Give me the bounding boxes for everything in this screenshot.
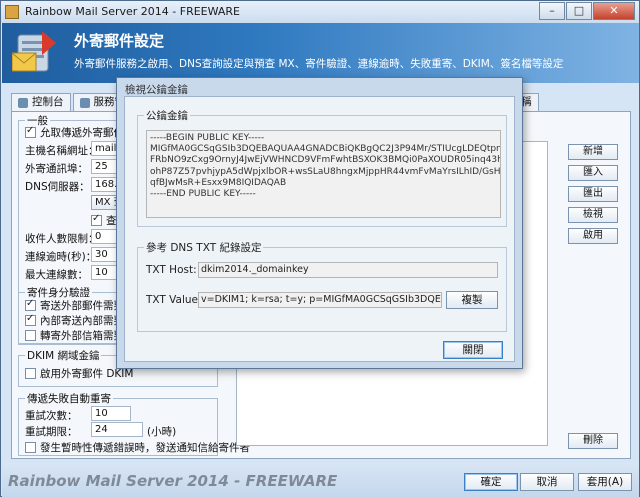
mail-server-icon bbox=[12, 31, 56, 72]
dialog-title: 檢視公鑰金鑰 bbox=[125, 84, 188, 96]
dialog-body: 公鑰金鑰 -----BEGIN PUBLIC KEY----- MIGfMA0G… bbox=[124, 96, 515, 362]
group-title: 公鑰金鑰 bbox=[144, 108, 190, 123]
group-title: DKIM 網域金鑰 bbox=[25, 348, 102, 363]
max-conn-label: 最大連線數： bbox=[25, 269, 88, 281]
txt-host-input[interactable]: dkim2014._domainkey bbox=[198, 262, 498, 278]
app-icon bbox=[5, 5, 19, 19]
pubkey-line: -----END PUBLIC KEY----- bbox=[150, 189, 256, 200]
tab-label: 控制台 bbox=[32, 96, 64, 108]
retry-group: 傳遞失敗自動重寄 重試次數： 10 重試期限： 24 (小時) 發生暫時性傳遞錯… bbox=[18, 391, 250, 456]
minimize-button[interactable]: – bbox=[539, 2, 565, 20]
page-subtitle: 外寄郵件服務之啟用、DNS查詢設定與預查 MX、寄件驗證、連線逾時、失敗重寄、D… bbox=[74, 58, 564, 70]
timeout-label: 連線逾時(秒)： bbox=[25, 251, 97, 263]
retry-notify-label: 發生暫時性傳遞錯誤時，發送通知信給寄件者 bbox=[40, 442, 250, 454]
pubkey-line: ohP87Z57pvhjypA5dWpjxlbOR+wsSLaU8hngxMjp… bbox=[150, 166, 501, 177]
retry-period-input[interactable]: 24 bbox=[91, 422, 143, 437]
txt-record-group: 參考 DNS TXT 紀錄設定 TXT Host: dkim2014._doma… bbox=[137, 240, 507, 332]
dialog-close-button[interactable]: 關閉 bbox=[443, 341, 503, 359]
pubkey-line: -----BEGIN PUBLIC KEY----- bbox=[150, 133, 265, 143]
txt-host-label: TXT Host: bbox=[146, 264, 197, 276]
tab-console[interactable]: 控制台 bbox=[11, 93, 71, 111]
group-title: 傳遞失敗自動重寄 bbox=[25, 391, 113, 406]
enable-outbound-label: 允取傳遞外寄郵件 bbox=[40, 127, 124, 139]
window-title: Rainbow Mail Server 2014 - FREEWARE bbox=[25, 5, 241, 18]
apply-button[interactable]: 套用(A) bbox=[578, 473, 632, 491]
copy-button[interactable]: 複製 bbox=[446, 291, 498, 309]
page-title: 外寄郵件設定 bbox=[74, 32, 165, 50]
title-bar: Rainbow Mail Server 2014 - FREEWARE – □ … bbox=[1, 1, 639, 23]
pubkey-group: 公鑰金鑰 -----BEGIN PUBLIC KEY----- MIGfMA0G… bbox=[137, 108, 507, 227]
add-button[interactable]: 新增 bbox=[568, 144, 618, 160]
auth-forward-checkbox[interactable] bbox=[25, 330, 36, 341]
retry-count-input[interactable]: 10 bbox=[91, 406, 131, 421]
txt-value-label: TXT Value: bbox=[146, 294, 202, 306]
footer-brand: Rainbow Mail Server 2014 - FREEWARE bbox=[8, 472, 338, 490]
import-button[interactable]: 匯入 bbox=[568, 165, 618, 181]
export-button[interactable]: 匯出 bbox=[568, 186, 618, 202]
txt-value-input[interactable]: v=DKIM1; k=rsa; t=y; p=MIGfMA0GCSqGSIb3D… bbox=[198, 292, 442, 308]
retry-notify-checkbox[interactable] bbox=[25, 442, 36, 453]
delete-button[interactable]: 刪除 bbox=[568, 433, 618, 449]
pubkey-line: MIGfMA0GCSqGSIb3DQEBAQUAA4GNADCBiQKBgQC2… bbox=[150, 144, 501, 155]
maximize-button[interactable]: □ bbox=[566, 2, 592, 20]
verify-checkbox[interactable] bbox=[91, 213, 102, 226]
auth-internal-checkbox[interactable] bbox=[25, 313, 36, 326]
group-title: 參考 DNS TXT 紀錄設定 bbox=[144, 240, 264, 255]
dkim-enable-checkbox[interactable] bbox=[25, 368, 36, 379]
enable-outbound-checkbox[interactable] bbox=[25, 125, 36, 138]
pubkey-line: qfBJwMsR+Esxx9M8IQIDAQAB bbox=[150, 177, 287, 188]
port-label: 外寄通訊埠： bbox=[25, 163, 88, 175]
view-button[interactable]: 檢視 bbox=[568, 207, 618, 223]
dns-label: DNS伺服器： bbox=[25, 181, 90, 193]
ok-button[interactable]: 確定 bbox=[464, 473, 518, 491]
retry-period-unit: (小時) bbox=[147, 426, 177, 438]
host-label: 主機名稱網址： bbox=[25, 145, 99, 157]
pubkey-textarea[interactable]: -----BEGIN PUBLIC KEY----- MIGfMA0GCSqGS… bbox=[146, 130, 501, 218]
console-icon bbox=[18, 97, 28, 108]
page-header: 外寄郵件設定 外寄郵件服務之啟用、DNS查詢設定與預查 MX、寄件驗證、連線逾時… bbox=[2, 23, 639, 83]
main-window: Rainbow Mail Server 2014 - FREEWARE – □ … bbox=[0, 0, 640, 497]
auth-external-checkbox[interactable] bbox=[25, 298, 36, 311]
services-icon bbox=[79, 97, 90, 108]
close-button[interactable]: ✕ bbox=[593, 2, 635, 20]
cancel-button[interactable]: 取消 bbox=[520, 473, 574, 491]
retry-period-label: 重試期限： bbox=[25, 426, 78, 438]
view-public-key-dialog: 檢視公鑰金鑰 公鑰金鑰 -----BEGIN PUBLIC KEY----- M… bbox=[116, 77, 523, 369]
pubkey-line: FRbNO9zCxg9OrnyJ4JwEjVWHNCD9VFmFwhtBSXOK… bbox=[150, 155, 501, 166]
footer-bar: Rainbow Mail Server 2014 - FREEWARE 確定 取… bbox=[2, 463, 639, 497]
enable-button[interactable]: 啟用 bbox=[568, 228, 618, 244]
recipient-limit-label: 收件人數限制： bbox=[25, 233, 99, 245]
retry-count-label: 重試次數： bbox=[25, 410, 78, 422]
